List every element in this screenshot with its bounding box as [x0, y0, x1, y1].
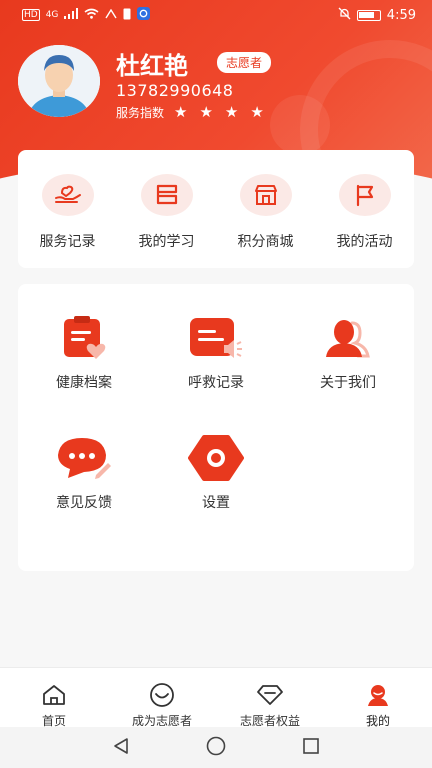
quick-action-label: 服务记录: [39, 234, 96, 250]
hand-heart-icon: [41, 174, 94, 216]
nfc-icon: [105, 8, 117, 22]
star-icon: ★: [250, 103, 264, 121]
menu-settings[interactable]: 设置: [150, 434, 282, 512]
settings-icon: [188, 434, 244, 482]
user-phone: 13782990648: [116, 81, 234, 100]
menu-feedback[interactable]: 意见反馈: [18, 434, 150, 512]
quick-action-my-learning[interactable]: 我的学习: [117, 174, 216, 251]
header-decoration-dot: [270, 95, 330, 155]
status-bar: HD 4G 4:59: [0, 0, 432, 30]
mute-icon: [338, 7, 351, 23]
quick-action-label: 我的学习: [138, 234, 195, 250]
feedback-icon: [56, 434, 112, 482]
quick-action-my-activities[interactable]: 我的活动: [315, 174, 414, 251]
status-time: 4:59: [386, 7, 416, 23]
star-icon: ★: [174, 103, 188, 121]
menu-label: 设置: [202, 495, 230, 511]
menu-label: 健康档案: [56, 375, 112, 391]
nav-mine[interactable]: 我的: [324, 668, 432, 728]
flag-icon: [338, 174, 391, 216]
system-navigation-bar: [0, 727, 432, 768]
back-icon[interactable]: [112, 737, 130, 759]
battery-icon: [356, 9, 381, 21]
bottom-navigation: 首页 成为志愿者 志愿者权益 我的: [0, 667, 432, 728]
menu-card: 健康档案 呼救记录 关于我们 意见反馈 设置: [18, 284, 414, 571]
nav-volunteer-benefits[interactable]: 志愿者权益: [216, 668, 324, 728]
user-name: 杜红艳: [116, 52, 188, 80]
nav-home[interactable]: 首页: [0, 668, 108, 728]
sim-icon: [123, 8, 131, 23]
shop-icon: [239, 174, 292, 216]
health-record-icon: [56, 314, 112, 362]
rating-stars: ★ ★ ★ ★: [174, 103, 264, 121]
wifi-icon: [84, 8, 99, 22]
network-type: 4G: [45, 10, 59, 20]
quick-action-service-records[interactable]: 服务记录: [18, 174, 117, 251]
menu-label: 关于我们: [320, 375, 376, 391]
signal-icon: [64, 8, 79, 22]
star-icon: ★: [199, 103, 213, 121]
diamond-icon: [216, 684, 324, 706]
book-icon: [140, 174, 193, 216]
service-rating: 服务指数 ★ ★ ★ ★: [116, 103, 264, 121]
alarm-record-icon: [188, 314, 244, 362]
recents-icon[interactable]: [302, 737, 320, 759]
about-us-icon: [320, 314, 376, 362]
menu-health-records[interactable]: 健康档案: [18, 314, 150, 392]
quick-action-label: 我的活动: [336, 234, 393, 250]
smile-icon: [108, 683, 216, 707]
quick-action-points-mall[interactable]: 积分商城: [216, 174, 315, 251]
app-notification-icon: [137, 7, 151, 23]
home-icon: [0, 684, 108, 706]
user-icon: [324, 684, 432, 706]
nav-become-volunteer[interactable]: 成为志愿者: [108, 668, 216, 728]
rating-label: 服务指数: [116, 105, 165, 120]
avatar[interactable]: [18, 45, 100, 117]
quick-action-label: 积分商城: [237, 234, 294, 250]
home-circle-icon[interactable]: [206, 736, 226, 760]
menu-about-us[interactable]: 关于我们: [282, 314, 414, 392]
menu-label: 呼救记录: [188, 375, 244, 391]
hd-indicator: HD: [22, 9, 40, 21]
quick-actions-card: 服务记录 我的学习 积分商城 我的活动: [18, 150, 414, 268]
star-icon: ★: [224, 103, 239, 121]
volunteer-badge: 志愿者: [217, 52, 272, 73]
menu-alarm-records[interactable]: 呼救记录: [150, 314, 282, 392]
menu-label: 意见反馈: [56, 495, 112, 511]
